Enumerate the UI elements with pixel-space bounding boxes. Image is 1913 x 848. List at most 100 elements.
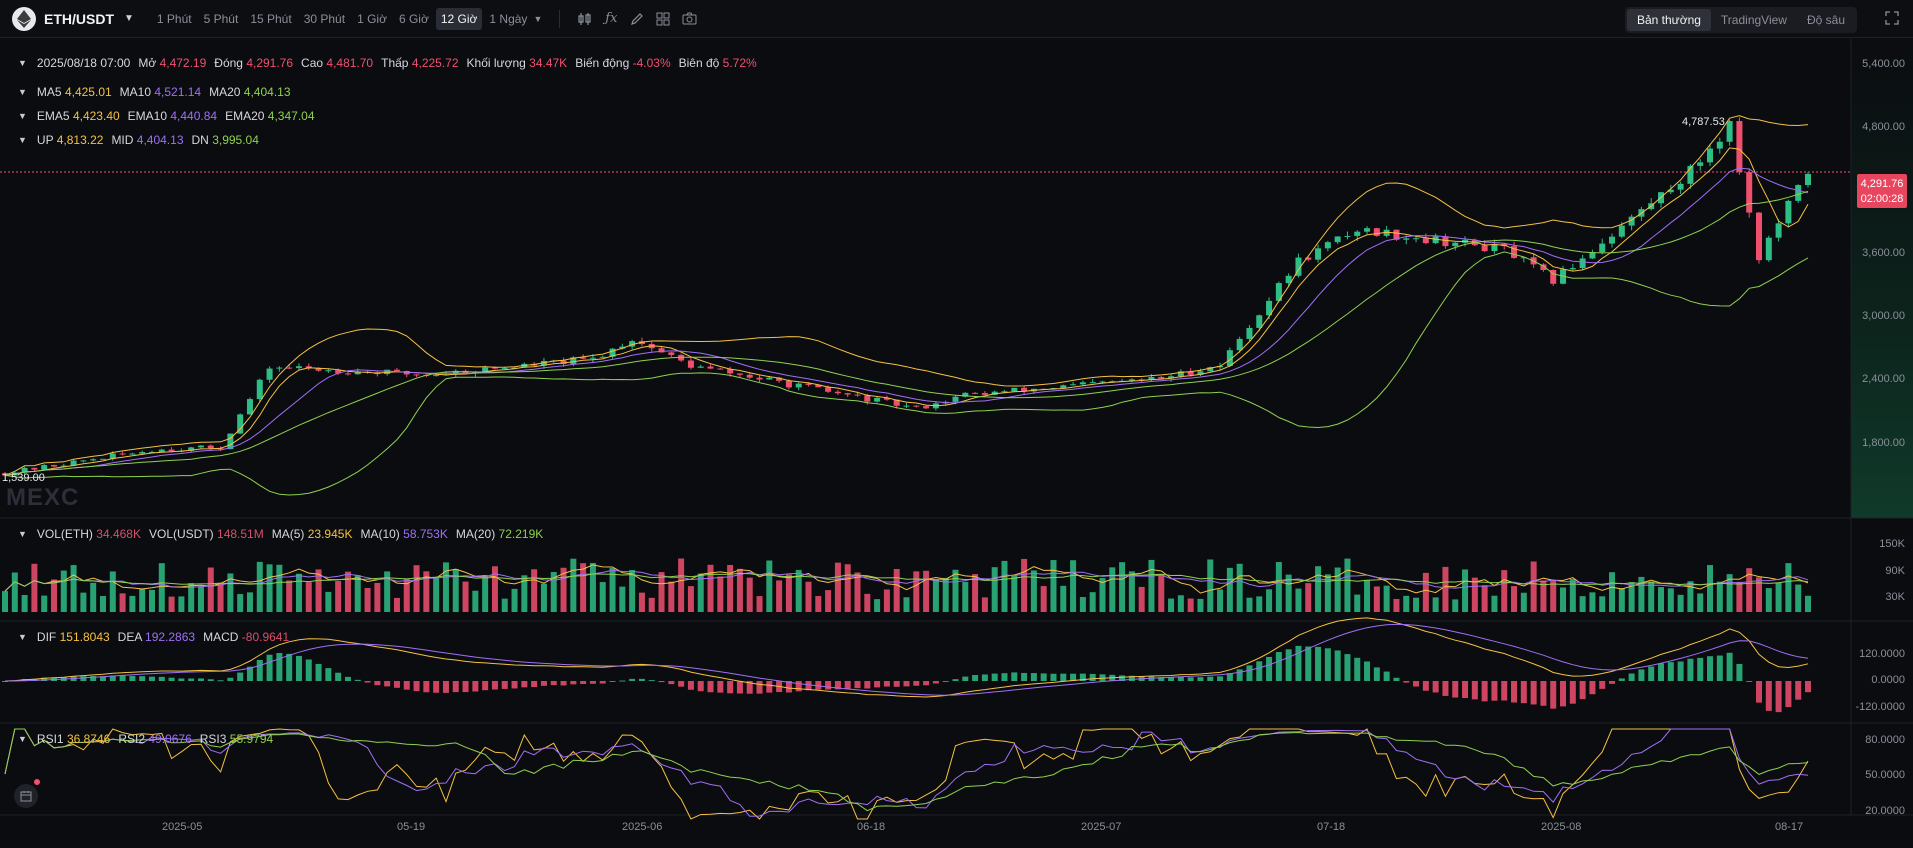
price-tick: 4,800.00 (1862, 121, 1905, 133)
volume-bar (952, 569, 959, 612)
macd-histogram-bar (854, 681, 861, 689)
volume-bar (1765, 588, 1772, 612)
macd-histogram-bar (766, 681, 773, 693)
vol-ma20-label: MA(20) (455, 527, 496, 541)
volume-bar (1275, 562, 1282, 612)
candle-body (41, 465, 48, 470)
macd-histogram-bar (325, 668, 332, 681)
candle-body (687, 360, 694, 368)
candle-body (697, 366, 704, 368)
volume-bar (805, 581, 812, 612)
candle-body (981, 392, 988, 395)
volume-bar (1677, 594, 1684, 612)
macd-histogram-bar (1432, 681, 1439, 693)
volume-bar (393, 597, 400, 612)
candle-body (834, 391, 841, 394)
ma5-line (4, 147, 1809, 476)
candle-body (158, 449, 165, 452)
volume-bar (344, 571, 351, 612)
ma5-label: MA5 (36, 85, 62, 99)
high-marker-label: 4,787.53 (1682, 116, 1725, 128)
macd-histogram-bar (932, 681, 939, 684)
collapse-chevron-icon[interactable]: ▼ (18, 87, 27, 97)
volume-bar (246, 592, 253, 612)
volume-bar (1197, 598, 1204, 612)
macd-histogram-bar (825, 681, 832, 690)
volume-bar (1550, 580, 1557, 612)
macd-histogram-bar (335, 672, 342, 681)
volume-bar (197, 586, 204, 612)
volume-bar (295, 573, 302, 612)
macd-histogram-bar (1481, 681, 1488, 702)
candle-body (1736, 121, 1743, 173)
candle-body (1697, 162, 1704, 166)
rsi3-value: 55.9794 (229, 732, 274, 746)
volume-bar (1432, 597, 1439, 612)
volume-bar (80, 592, 87, 612)
candle-body (99, 458, 106, 460)
candle-body (1609, 236, 1616, 244)
calendar-settings-icon[interactable] (14, 784, 38, 808)
collapse-chevron-icon[interactable]: ▼ (18, 734, 27, 744)
volume-bar (1364, 580, 1371, 612)
volume-bar (1315, 566, 1322, 612)
macd-histogram-bar (599, 681, 606, 684)
candle-body (207, 445, 214, 449)
macd-histogram-bar (1011, 672, 1018, 681)
volume-bar (599, 582, 606, 612)
candle-body (197, 445, 204, 448)
volume-bar (1354, 594, 1361, 612)
volume-bar (1785, 563, 1792, 612)
macd-histogram-bar (491, 681, 498, 690)
candle-body (756, 377, 763, 380)
macd-histogram-bar (1550, 681, 1557, 709)
volume-bar (1001, 560, 1008, 612)
macd-histogram-bar (1589, 681, 1596, 695)
candle-body (668, 352, 675, 355)
macd-histogram-bar (560, 681, 567, 686)
candle-body (589, 357, 596, 359)
collapse-chevron-icon[interactable]: ▼ (18, 135, 27, 145)
candle-body (286, 367, 293, 369)
collapse-chevron-icon[interactable]: ▼ (18, 529, 27, 539)
macd-histogram-bar (1785, 681, 1792, 708)
macd-histogram-bar (511, 681, 518, 689)
price-chart[interactable] (0, 0, 1913, 848)
candle-body (1579, 258, 1586, 269)
macd-histogram-bar (942, 681, 949, 682)
volume-bar (1442, 566, 1449, 612)
vol-tick: 90K (1885, 565, 1905, 577)
candle-body (1324, 242, 1331, 249)
ema5-label: EMA5 (36, 109, 70, 123)
macd-histogram-bar (413, 681, 420, 692)
macd-histogram-bar (1021, 672, 1028, 681)
macd-histogram-bar (717, 681, 724, 693)
change-label: Biến động (575, 56, 630, 70)
macd-histogram-bar (1795, 681, 1802, 700)
macd-histogram-bar (1716, 655, 1723, 681)
macd-histogram-bar (531, 681, 538, 688)
macd-histogram-bar (1638, 669, 1645, 681)
macd-histogram-bar (1658, 663, 1665, 681)
collapse-chevron-icon[interactable]: ▼ (18, 632, 27, 642)
vol-tick: 150K (1879, 538, 1905, 550)
volume-bar (90, 582, 97, 612)
vol-tick: 30K (1885, 591, 1905, 603)
volume-bar (1158, 574, 1165, 612)
boll-legend: ▼ UP 4,813.22 MID 4,404.13 DN 3,995.04 (18, 133, 259, 147)
collapse-chevron-icon[interactable]: ▼ (18, 111, 27, 121)
volume-bar (893, 568, 900, 612)
candle-body (1334, 236, 1341, 243)
macd-histogram-bar (482, 681, 489, 691)
volume-bar (129, 595, 136, 612)
candle-body (139, 451, 146, 454)
collapse-chevron-icon[interactable]: ▼ (18, 58, 27, 68)
candle-body (1344, 235, 1351, 237)
notification-dot (34, 779, 40, 785)
macd-histogram-bar (844, 681, 851, 689)
price-tick: 3,600.00 (1862, 247, 1905, 259)
boll-upper-line (4, 115, 1809, 476)
rsi1-value: 36.8746 (66, 732, 111, 746)
candle-body (1569, 268, 1576, 270)
x-tick: 2025-07 (1081, 821, 1122, 833)
